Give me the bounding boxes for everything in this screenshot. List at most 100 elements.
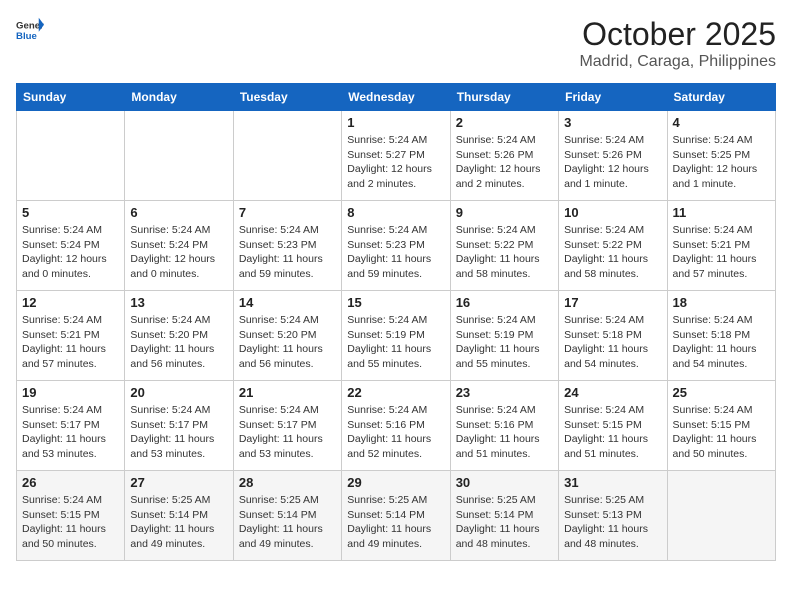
calendar-day-cell: 23 Sunrise: 5:24 AMSunset: 5:16 PMDayligh… [450, 381, 558, 471]
day-info: Sunrise: 5:24 AMSunset: 5:23 PMDaylight:… [239, 223, 336, 282]
calendar-day-cell: 8 Sunrise: 5:24 AMSunset: 5:23 PMDaylight… [342, 201, 450, 291]
calendar-day-cell: 17 Sunrise: 5:24 AMSunset: 5:18 PMDayligh… [559, 291, 667, 381]
calendar-day-cell: 4Sunrise: 5:24 AMSunset: 5:25 PMDaylight… [667, 111, 775, 201]
day-info: Sunrise: 5:24 AMSunset: 5:21 PMDaylight:… [22, 313, 119, 372]
day-number: 23 [456, 385, 553, 400]
calendar-day-cell: 5 Sunrise: 5:24 AMSunset: 5:24 PMDaylight… [17, 201, 125, 291]
day-number: 1 [347, 115, 444, 130]
calendar-day-cell: 15 Sunrise: 5:24 AMSunset: 5:19 PMDayligh… [342, 291, 450, 381]
day-number: 30 [456, 475, 553, 490]
calendar-day-cell: 30Sunrise: 5:25 AMSunset: 5:14 PMDayligh… [450, 471, 558, 561]
day-number: 22 [347, 385, 444, 400]
day-number: 17 [564, 295, 661, 310]
logo: General Blue [16, 16, 44, 44]
day-number: 31 [564, 475, 661, 490]
calendar-day-cell: 26Sunrise: 5:24 AMSunset: 5:15 PMDayligh… [17, 471, 125, 561]
day-number: 13 [130, 295, 227, 310]
calendar-day-cell: 19 Sunrise: 5:24 AMSunset: 5:17 PMDayligh… [17, 381, 125, 471]
calendar-day-cell: 12 Sunrise: 5:24 AMSunset: 5:21 PMDayligh… [17, 291, 125, 381]
day-info: Sunrise: 5:24 AMSunset: 5:22 PMDaylight:… [564, 223, 661, 282]
day-of-week-header: Wednesday [342, 84, 450, 111]
calendar-day-cell: 21 Sunrise: 5:24 AMSunset: 5:17 PMDayligh… [233, 381, 341, 471]
calendar-day-cell [125, 111, 233, 201]
calendar-day-cell: 9Sunrise: 5:24 AMSunset: 5:22 PMDaylight… [450, 201, 558, 291]
day-number: 27 [130, 475, 227, 490]
day-number: 25 [673, 385, 770, 400]
calendar-day-cell [17, 111, 125, 201]
day-info: Sunrise: 5:24 AMSunset: 5:19 PMDaylight:… [347, 313, 444, 372]
calendar-body: 1 Sunrise: 5:24 AMSunset: 5:27 PMDaylight… [17, 111, 776, 561]
calendar-day-cell: 28 Sunrise: 5:25 AMSunset: 5:14 PMDayligh… [233, 471, 341, 561]
day-info: Sunrise: 5:24 AMSunset: 5:27 PMDaylight:… [347, 133, 444, 192]
day-of-week-header: Friday [559, 84, 667, 111]
day-info: Sunrise: 5:24 AMSunset: 5:26 PMDaylight:… [564, 133, 661, 192]
day-number: 10 [564, 205, 661, 220]
calendar-day-cell: 14 Sunrise: 5:24 AMSunset: 5:20 PMDayligh… [233, 291, 341, 381]
calendar-day-cell: 2 Sunrise: 5:24 AMSunset: 5:26 PMDaylight… [450, 111, 558, 201]
day-number: 28 [239, 475, 336, 490]
day-of-week-header: Sunday [17, 84, 125, 111]
day-number: 3 [564, 115, 661, 130]
calendar-day-cell: 6Sunrise: 5:24 AMSunset: 5:24 PMDaylight… [125, 201, 233, 291]
day-number: 14 [239, 295, 336, 310]
day-info: Sunrise: 5:24 AMSunset: 5:17 PMDaylight:… [239, 403, 336, 462]
day-number: 7 [239, 205, 336, 220]
header: General Blue October 2025 Madrid, Caraga… [16, 16, 776, 71]
calendar-day-cell: 3 Sunrise: 5:24 AMSunset: 5:26 PMDaylight… [559, 111, 667, 201]
day-of-week-header: Tuesday [233, 84, 341, 111]
day-info: Sunrise: 5:24 AMSunset: 5:16 PMDaylight:… [456, 403, 553, 462]
day-info: Sunrise: 5:24 AMSunset: 5:24 PMDaylight:… [22, 223, 119, 282]
day-number: 8 [347, 205, 444, 220]
calendar-day-cell: 31 Sunrise: 5:25 AMSunset: 5:13 PMDayligh… [559, 471, 667, 561]
day-info: Sunrise: 5:24 AMSunset: 5:18 PMDaylight:… [673, 313, 770, 372]
logo-icon: General Blue [16, 16, 44, 44]
day-number: 20 [130, 385, 227, 400]
day-number: 5 [22, 205, 119, 220]
calendar-day-cell [667, 471, 775, 561]
calendar-day-cell: 22 Sunrise: 5:24 AMSunset: 5:16 PMDayligh… [342, 381, 450, 471]
days-header-row: SundayMondayTuesdayWednesdayThursdayFrid… [17, 84, 776, 111]
day-info: Sunrise: 5:24 AMSunset: 5:17 PMDaylight:… [22, 403, 119, 462]
day-number: 15 [347, 295, 444, 310]
title-area: October 2025 Madrid, Caraga, Philippines [579, 16, 776, 71]
day-number: 29 [347, 475, 444, 490]
day-info: Sunrise: 5:24 AMSunset: 5:15 PMDaylight:… [564, 403, 661, 462]
month-title: October 2025 [579, 16, 776, 53]
day-of-week-header: Monday [125, 84, 233, 111]
day-info: Sunrise: 5:24 AMSunset: 5:20 PMDaylight:… [239, 313, 336, 372]
calendar-day-cell: 24 Sunrise: 5:24 AMSunset: 5:15 PMDayligh… [559, 381, 667, 471]
day-number: 19 [22, 385, 119, 400]
calendar-day-cell: 13Sunrise: 5:24 AMSunset: 5:20 PMDayligh… [125, 291, 233, 381]
day-info: Sunrise: 5:25 AMSunset: 5:14 PMDaylight:… [239, 493, 336, 552]
calendar-day-cell: 29Sunrise: 5:25 AMSunset: 5:14 PMDayligh… [342, 471, 450, 561]
calendar-day-cell: 18 Sunrise: 5:24 AMSunset: 5:18 PMDayligh… [667, 291, 775, 381]
calendar-day-cell: 7 Sunrise: 5:24 AMSunset: 5:23 PMDaylight… [233, 201, 341, 291]
day-info: Sunrise: 5:25 AMSunset: 5:13 PMDaylight:… [564, 493, 661, 552]
day-info: Sunrise: 5:24 AMSunset: 5:18 PMDaylight:… [564, 313, 661, 372]
day-number: 21 [239, 385, 336, 400]
day-info: Sunrise: 5:24 AMSunset: 5:25 PMDaylight:… [673, 133, 770, 192]
day-info: Sunrise: 5:24 AMSunset: 5:22 PMDaylight:… [456, 223, 553, 282]
day-of-week-header: Thursday [450, 84, 558, 111]
day-number: 18 [673, 295, 770, 310]
calendar-week-row: 5 Sunrise: 5:24 AMSunset: 5:24 PMDaylight… [17, 201, 776, 291]
day-number: 6 [130, 205, 227, 220]
day-of-week-header: Saturday [667, 84, 775, 111]
day-number: 26 [22, 475, 119, 490]
day-number: 24 [564, 385, 661, 400]
day-info: Sunrise: 5:25 AMSunset: 5:14 PMDaylight:… [130, 493, 227, 552]
calendar-week-row: 12 Sunrise: 5:24 AMSunset: 5:21 PMDayligh… [17, 291, 776, 381]
day-info: Sunrise: 5:24 AMSunset: 5:19 PMDaylight:… [456, 313, 553, 372]
day-info: Sunrise: 5:24 AMSunset: 5:17 PMDaylight:… [130, 403, 227, 462]
day-number: 12 [22, 295, 119, 310]
day-info: Sunrise: 5:24 AMSunset: 5:26 PMDaylight:… [456, 133, 553, 192]
day-number: 11 [673, 205, 770, 220]
calendar-week-row: 1 Sunrise: 5:24 AMSunset: 5:27 PMDaylight… [17, 111, 776, 201]
day-number: 16 [456, 295, 553, 310]
calendar-week-row: 19 Sunrise: 5:24 AMSunset: 5:17 PMDayligh… [17, 381, 776, 471]
svg-text:Blue: Blue [16, 31, 37, 42]
location-title: Madrid, Caraga, Philippines [579, 53, 776, 71]
day-number: 2 [456, 115, 553, 130]
day-info: Sunrise: 5:24 AMSunset: 5:16 PMDaylight:… [347, 403, 444, 462]
day-info: Sunrise: 5:24 AMSunset: 5:23 PMDaylight:… [347, 223, 444, 282]
